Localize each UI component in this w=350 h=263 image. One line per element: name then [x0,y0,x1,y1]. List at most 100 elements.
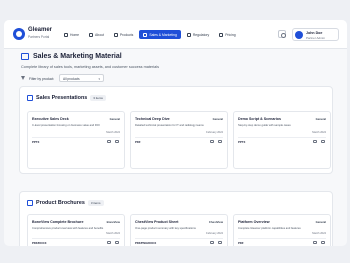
info-icon [89,32,94,37]
file-type: PPTX [32,140,40,144]
section-product-brochures: Product Brochures 3 items BoneView Compl… [19,191,333,246]
avatar [295,31,303,39]
resource-card[interactable]: Demo Script & Scenarios General Step-by-… [233,111,331,169]
shield-icon [186,32,191,37]
product-tag: ChestView [208,220,223,224]
card-title: Platform Overview [238,220,270,224]
user-role: Partner Admin [306,36,326,40]
eye-icon[interactable] [313,241,317,244]
file-type: PDF [135,140,141,144]
nav-products[interactable]: Products [110,30,137,39]
filter-icon [21,76,25,80]
card-description: One-page product summary with key specif… [135,227,196,230]
briefcase-icon [143,32,148,37]
section-title: Product Brochures [36,199,85,206]
resource-card[interactable]: Executive Sales Deck General C-level pre… [27,111,125,169]
nav-about[interactable]: About [85,30,108,39]
settings-icon[interactable] [278,30,286,38]
nav-pricing-label: Pricing [225,32,236,37]
nav-pricing[interactable]: Pricing [215,30,239,39]
download-icon[interactable] [115,241,119,244]
nav-sales-marketing[interactable]: Sales & Marketing [139,30,181,39]
product-tag: General [212,117,223,121]
eye-icon[interactable] [107,241,111,244]
main-nav: Home About Products Sales & Marketing Re… [60,30,240,39]
product-tag: BoneView [106,220,120,224]
filter-value: All products [63,77,80,81]
card-description: C-level presentation focusing on busines… [32,124,100,127]
nav-regulatory[interactable]: Regulatory [183,30,213,39]
section-sales-presentations: Sales Presentations 3 items Executive Sa… [19,86,333,174]
resource-card[interactable]: Technical Deep Dive General Detailed tec… [130,111,228,169]
nav-products-label: Products [119,32,134,37]
section-title: Sales Presentations [36,94,88,101]
nav-home[interactable]: Home [60,30,83,39]
home-icon [64,32,68,37]
user-name: John Doe [306,31,323,35]
page-title: Sales & Marketing Material [33,53,122,60]
gleamer-logo-icon[interactable] [13,28,25,40]
card-footer: PDF/PNG/DOCX [135,238,223,245]
card-date: February 2024 [206,131,223,134]
resource-card[interactable]: Platform Overview General Complete Gleam… [233,214,331,246]
card-title: Executive Sales Deck [32,117,69,121]
eye-icon[interactable] [210,140,214,143]
resource-card[interactable]: ChestView Product Sheet ChestView One-pa… [130,214,228,246]
nav-home-label: Home [70,32,80,37]
card-description: Comprehensive product overview with feat… [32,227,104,230]
briefcase-icon [21,53,29,60]
file-type: PDF [238,241,244,245]
card-description: Complete Gleamer platform capabilities a… [238,227,301,230]
filter-label: Filter by product: [29,77,55,81]
product-tag: General [315,117,326,121]
card-date: February 2024 [206,232,223,235]
item-count-badge: 3 items [87,199,104,206]
download-icon[interactable] [321,140,325,143]
user-menu[interactable]: John Doe Partner Admin [292,28,339,41]
card-footer: PPTX [32,137,120,144]
card-title: Demo Script & Scenarios [238,117,281,121]
nav-regulatory-label: Regulatory [192,32,210,37]
card-title: Technical Deep Dive [135,117,170,121]
download-icon[interactable] [115,140,119,143]
nav-about-label: About [95,32,104,37]
card-date: March 2024 [312,131,326,134]
card-footer: PDF/DOCX [32,238,120,245]
app-window: Gleamer Partners Portal Home About Produ… [4,20,347,246]
download-icon[interactable] [321,241,325,244]
section-header: Sales Presentations 3 items [27,93,106,102]
card-title: BoneView Complete Brochure [32,220,84,224]
product-tag: General [109,117,120,121]
nav-sales-marketing-label: Sales & Marketing [149,32,177,37]
eye-icon[interactable] [313,140,317,143]
presentation-icon [27,94,33,101]
card-title: ChestView Product Sheet [135,220,179,224]
box-icon [113,32,118,37]
chevron-down-icon: ▾ [98,77,100,81]
brand-subtitle: Partners Portal [28,35,50,39]
section-header: Product Brochures 3 items [27,198,104,207]
product-tag: General [315,220,326,224]
card-description: Detailed technical presentation for IT a… [135,124,204,127]
brand-name: Gleamer [28,27,53,33]
card-footer: PPTX [238,137,326,144]
file-type: PDF/DOCX [32,241,47,245]
eye-icon[interactable] [107,140,111,143]
card-description: Step-by-step demo guide with sample case… [238,124,291,127]
card-footer: PDF [238,238,326,245]
resource-card[interactable]: BoneView Complete Brochure BoneView Comp… [27,214,125,246]
download-icon[interactable] [218,140,222,143]
item-count-badge: 3 items [90,94,106,101]
card-date: March 2024 [106,131,120,134]
eye-icon[interactable] [210,241,214,244]
top-navigation: Gleamer Partners Portal Home About Produ… [4,20,347,49]
card-date: March 2024 [106,232,120,235]
card-date: March 2024 [312,232,326,235]
card-footer: PDF [135,137,223,144]
file-type: PDF/PNG/DOCX [135,241,157,245]
download-icon[interactable] [218,241,222,244]
document-icon [27,199,33,206]
page-description: Complete library of sales tools, marketi… [21,65,160,69]
file-type: PPTX [238,140,246,144]
product-filter-select[interactable]: All products ▾ [59,74,104,82]
